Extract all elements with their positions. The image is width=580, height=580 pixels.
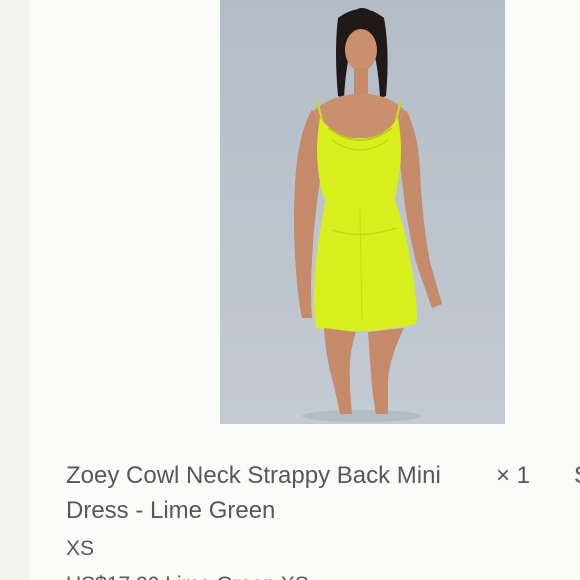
- product-image[interactable]: [220, 0, 505, 424]
- size-label: XS: [66, 537, 95, 560]
- quantity-label: × 1: [496, 462, 531, 489]
- left-gutter: [0, 0, 30, 580]
- product-photo-illustration: [294, 8, 442, 422]
- price-color-line: US$17.00 Lime Green XS: [66, 570, 309, 580]
- order-item-page: Zoey Cowl Neck Strappy Back Mini Dress -…: [0, 0, 580, 580]
- cut-off-column-text: S: [574, 458, 580, 493]
- product-title[interactable]: Zoey Cowl Neck Strappy Back Mini Dress -…: [66, 458, 446, 528]
